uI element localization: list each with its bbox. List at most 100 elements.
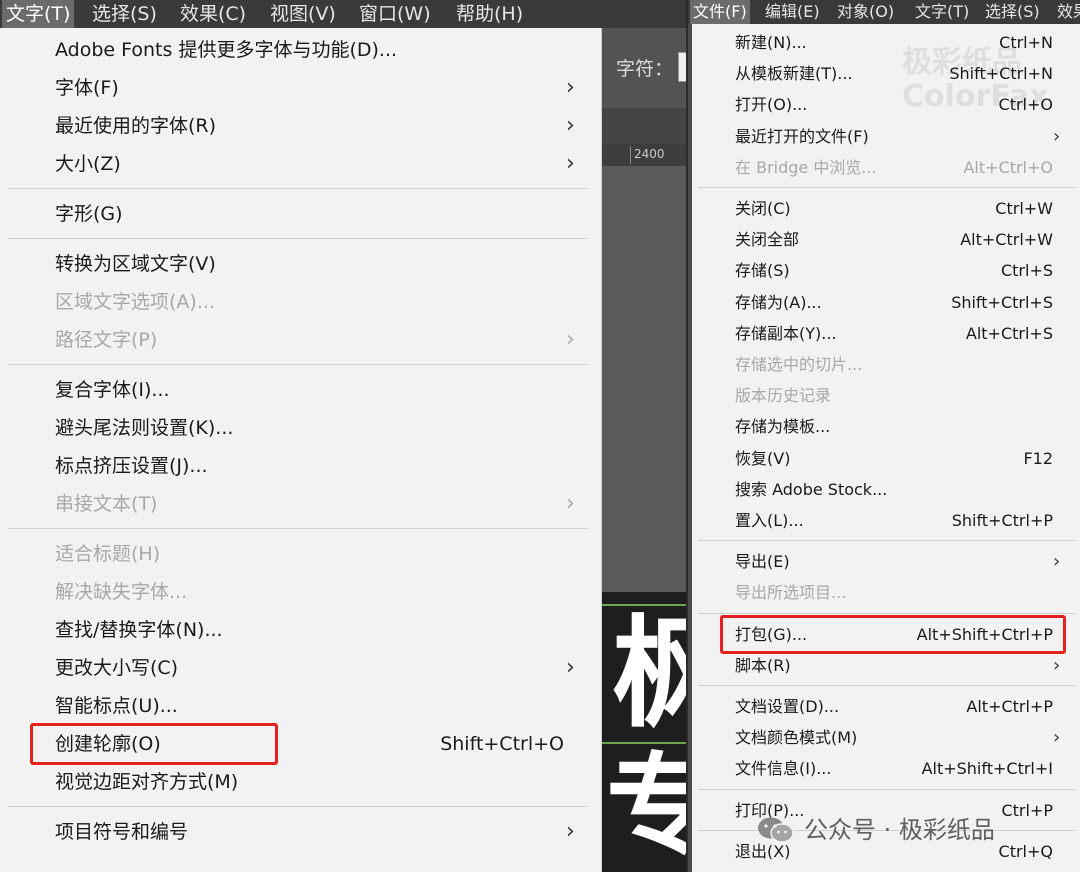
menu-item[interactable]: 文档颜色模式(M) › bbox=[692, 722, 1080, 753]
type-menubar-item[interactable]: 窗口(W) bbox=[355, 0, 435, 28]
menu-item-label: 版本历史记录 bbox=[735, 386, 832, 405]
menu-item: 导出所选项目... bbox=[692, 577, 1080, 608]
type-menubar-item[interactable]: 视图(V) bbox=[266, 0, 340, 28]
menu-item-label: 区域文字选项(A)... bbox=[55, 291, 215, 313]
artboard-text[interactable]: 枫 bbox=[612, 610, 686, 740]
file-menu-screenshot: 文件(F)编辑(E)对象(O)文字(T)选择(S)效果 极彩纸品 ColorFa… bbox=[686, 0, 1080, 872]
menu-item[interactable]: 置入(L)... Shift+Ctrl+P bbox=[692, 505, 1080, 536]
menu-item[interactable]: 最近打开的文件(F) › bbox=[692, 121, 1080, 152]
menu-item-label: 字形(G) bbox=[55, 203, 123, 225]
menu-item[interactable]: 存储副本(Y)... Alt+Ctrl+S bbox=[692, 318, 1080, 349]
menu-item[interactable]: 字形(G) bbox=[0, 195, 602, 233]
menu-item-label: 文件信息(I)... bbox=[735, 759, 832, 778]
menu-item[interactable]: 关闭全部 Alt+Ctrl+W bbox=[692, 224, 1080, 255]
watermark-text: 公众号 · 极彩纸品 bbox=[804, 816, 995, 844]
file-menubar-item[interactable]: 文字(T) bbox=[912, 0, 972, 24]
menu-item-label: 智能标点(U)... bbox=[55, 695, 178, 717]
file-menubar-item[interactable]: 文件(F) bbox=[690, 0, 750, 24]
menu-item-label: 新建(N)... bbox=[735, 33, 807, 52]
menu-item[interactable]: 查找/替换字体(N)... bbox=[0, 611, 602, 649]
menu-item[interactable]: 避头尾法则设置(K)... bbox=[0, 409, 602, 447]
menu-item[interactable]: 存储(S) Ctrl+S bbox=[692, 255, 1080, 286]
menu-item[interactable]: 存储为(A)... Shift+Ctrl+S bbox=[692, 287, 1080, 318]
menu-item: 路径文字(P) › bbox=[0, 321, 602, 359]
submenu-arrow-icon: › bbox=[566, 75, 575, 100]
menu-item-shortcut: Shift+Ctrl+O bbox=[440, 733, 564, 755]
menu-item[interactable]: 关闭(C) Ctrl+W bbox=[692, 193, 1080, 224]
menu-item[interactable]: 最近使用的字体(R) › bbox=[0, 107, 602, 145]
menu-item-label: 视觉边距对齐方式(M) bbox=[55, 771, 239, 793]
type-menubar-item[interactable]: 效果(C) bbox=[176, 0, 250, 28]
type-menu-screenshot: 文字(T) 选择(S) 效果(C) 视图(V) 窗口(W) 帮助(H) 字符： 2400 … bbox=[0, 0, 686, 872]
menu-item[interactable]: 文档设置(D)... Alt+Ctrl+P bbox=[692, 691, 1080, 722]
menu-item-shortcut: Alt+Shift+Ctrl+I bbox=[921, 759, 1053, 778]
menu-item[interactable]: 恢复(V) F12 bbox=[692, 443, 1080, 474]
menu-item-shortcut: Alt+Ctrl+S bbox=[965, 324, 1053, 343]
file-menu-dropdown: 极彩纸品 ColorFax 新建(N)... Ctrl+N 从模板新建(T)... S… bbox=[692, 24, 1080, 872]
menu-item[interactable]: 搜索 Adobe Stock... bbox=[692, 474, 1080, 505]
menu-item[interactable]: 新建(N)... Ctrl+N bbox=[692, 27, 1080, 58]
menu-item[interactable]: 项目符号和编号 › bbox=[0, 813, 602, 851]
menu-item-label: 避头尾法则设置(K)... bbox=[55, 417, 234, 439]
menu-item-shortcut: Ctrl+O bbox=[998, 95, 1053, 114]
menu-item[interactable]: 大小(Z) › bbox=[0, 145, 602, 183]
artboard[interactable]: 枫 专 bbox=[602, 592, 686, 872]
type-menubar-item[interactable]: 选择(S) bbox=[88, 0, 161, 28]
menu-item[interactable]: 从模板新建(T)... Shift+Ctrl+N bbox=[692, 58, 1080, 89]
menu-item-label: 解决缺失字体... bbox=[55, 581, 188, 603]
menu-item-label: 文档设置(D)... bbox=[735, 697, 840, 716]
menu-item[interactable]: 存储为模板... bbox=[692, 411, 1080, 442]
menu-item[interactable]: 导出(E) › bbox=[692, 546, 1080, 577]
file-menubar-item[interactable]: 选择(S) bbox=[982, 0, 1043, 24]
right-menubar: 文件(F) 编辑(E) 对象(O) 文字(T) 选择(S) 效果 bbox=[688, 0, 1080, 24]
menu-separator bbox=[698, 685, 1076, 686]
menu-item-label: 最近打开的文件(F) bbox=[735, 127, 869, 146]
menu-item-label: 标点挤压设置(J)... bbox=[55, 455, 208, 477]
menu-item-label: 导出(E) bbox=[735, 552, 790, 571]
ruler: 2400 bbox=[602, 144, 686, 167]
submenu-arrow-icon: › bbox=[1053, 126, 1061, 147]
menu-item[interactable]: 文件信息(I)... Alt+Shift+Ctrl+I bbox=[692, 753, 1080, 784]
menu-item-shortcut: Ctrl+N bbox=[999, 33, 1053, 52]
menu-item-label: 导出所选项目... bbox=[735, 583, 847, 602]
menu-item-label: 字体(F) bbox=[55, 77, 119, 99]
character-label[interactable]: 字符： bbox=[616, 54, 673, 81]
menu-item-shortcut: Ctrl+S bbox=[1000, 261, 1053, 280]
document-tab-strip bbox=[602, 108, 686, 144]
menu-item-shortcut: Alt+Ctrl+W bbox=[960, 230, 1053, 249]
menu-item: 存储选中的切片... bbox=[692, 349, 1080, 380]
file-menubar-item[interactable]: 编辑(E) bbox=[762, 0, 823, 24]
left-menubar: 文字(T) 选择(S) 效果(C) 视图(V) 窗口(W) 帮助(H) bbox=[0, 0, 686, 28]
artboard-text[interactable]: 专 bbox=[606, 746, 686, 866]
menu-separator bbox=[8, 806, 588, 807]
menu-item[interactable]: 标点挤压设置(J)... bbox=[0, 447, 602, 485]
file-menubar-item[interactable]: 效果 bbox=[1054, 0, 1080, 24]
menu-item-shortcut: Shift+Ctrl+S bbox=[951, 293, 1053, 312]
type-menubar-item[interactable]: 文字(T) bbox=[2, 0, 75, 28]
menu-item[interactable]: 视觉边距对齐方式(M) bbox=[0, 763, 602, 801]
menu-item-label: 串接文本(T) bbox=[55, 493, 158, 515]
menu-item-shortcut: Ctrl+P bbox=[1001, 801, 1053, 820]
menu-item: 串接文本(T) › bbox=[0, 485, 602, 523]
character-field[interactable] bbox=[678, 52, 686, 82]
menu-item[interactable]: 打开(O)... Ctrl+O bbox=[692, 89, 1080, 120]
menu-item[interactable]: 脚本(R) › bbox=[692, 650, 1080, 681]
menu-item[interactable]: 更改大小写(C) › bbox=[0, 649, 602, 687]
menu-item: 适合标题(H) bbox=[0, 535, 602, 573]
menu-item[interactable]: 字体(F) › bbox=[0, 69, 602, 107]
menu-item-label: 存储为(A)... bbox=[735, 293, 822, 312]
canvas[interactable]: 枫 专 bbox=[602, 166, 686, 872]
menu-item[interactable]: 复合字体(I)... bbox=[0, 371, 602, 409]
ruler-label: 2400 bbox=[634, 147, 665, 161]
menu-item[interactable]: 智能标点(U)... bbox=[0, 687, 602, 725]
menu-item[interactable]: Adobe Fonts 提供更多字体与功能(D)... bbox=[0, 31, 602, 69]
menu-item-shortcut: Ctrl+Q bbox=[998, 842, 1053, 861]
menu-item-label: 脚本(R) bbox=[735, 656, 791, 675]
menu-item-label: 恢复(V) bbox=[735, 449, 791, 468]
menu-separator bbox=[8, 238, 588, 239]
submenu-arrow-icon: › bbox=[1053, 727, 1061, 748]
submenu-arrow-icon: › bbox=[566, 327, 575, 352]
type-menubar-item[interactable]: 帮助(H) bbox=[452, 0, 527, 28]
file-menubar-item[interactable]: 对象(O) bbox=[834, 0, 897, 24]
menu-item[interactable]: 转换为区域文字(V) bbox=[0, 245, 602, 283]
